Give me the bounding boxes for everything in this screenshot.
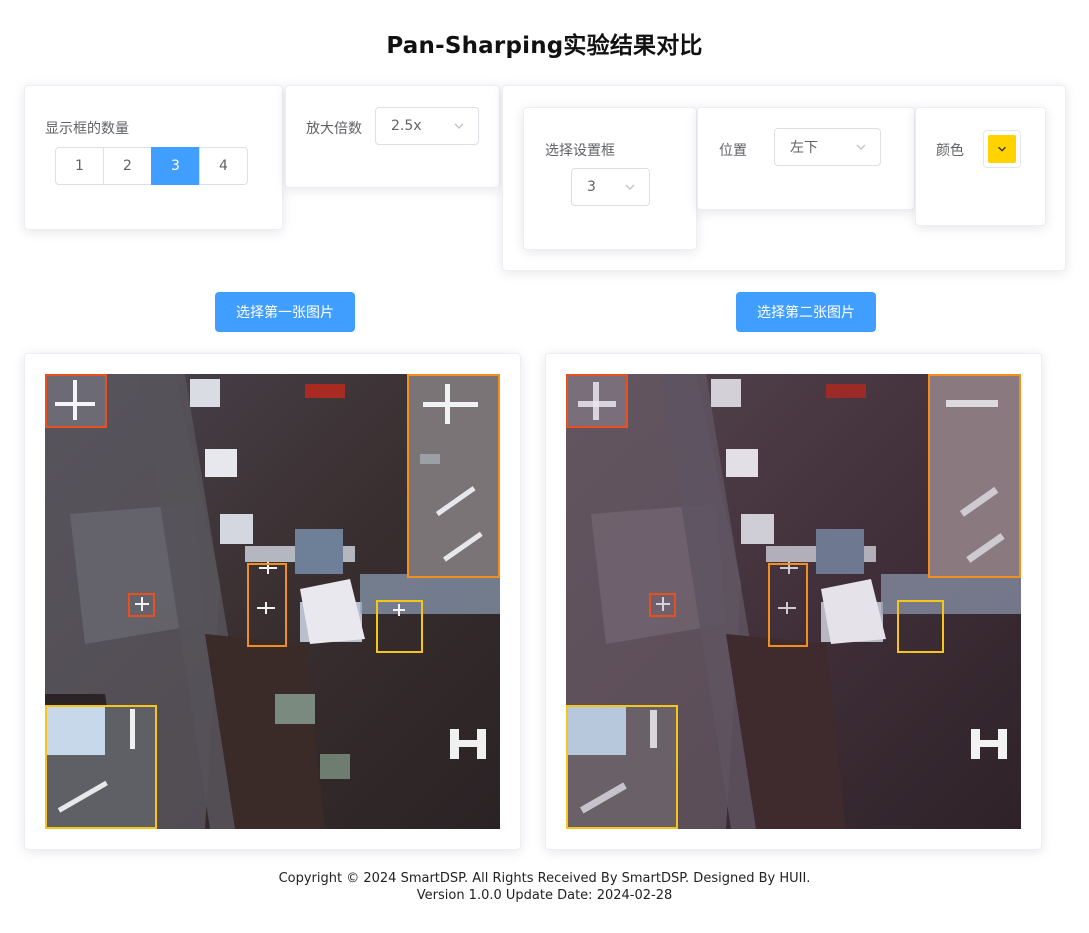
select-box-label: 选择设置框 [545,143,615,159]
source-box-2[interactable] [247,563,287,647]
source-box-1[interactable] [649,593,676,617]
page-title: Pan-Sharping实验结果对比 [386,33,703,59]
zoom-card: 放大倍数 2.5x [285,85,500,188]
box-count-group: 1 2 3 4 [55,147,248,185]
select-box-select[interactable]: 3 [571,168,650,206]
source-box-3[interactable] [376,600,423,653]
position-select-value: 左下 [790,140,818,156]
position-select[interactable]: 左下 [774,128,881,166]
chevron-down-icon [625,184,635,190]
footer-version: Version 1.0.0 Update Date: 2024-02-28 [416,888,673,903]
source-box-2[interactable] [768,563,808,647]
satellite-image-2 [566,374,1021,829]
zoom-box-1[interactable] [45,374,107,428]
zoom-select[interactable]: 2.5x [375,107,479,145]
box-count-card: 显示框的数量 1 2 3 4 [24,85,283,230]
count-option-2[interactable]: 2 [103,147,152,185]
chevron-down-icon [856,144,866,150]
zoom-box-3[interactable] [45,705,157,829]
color-picker[interactable] [983,130,1021,168]
satellite-image-1 [45,374,500,829]
zoom-box-3[interactable] [566,705,678,829]
choose-first-image-button[interactable]: 选择第一张图片 [215,292,355,332]
position-card: 位置 左下 [697,107,915,210]
color-label: 颜色 [936,143,964,159]
footer-copyright: Copyright © 2024 SmartDSP. All Rights Re… [278,871,811,886]
zoom-label: 放大倍数 [306,121,362,137]
count-option-1[interactable]: 1 [55,147,104,185]
image-panel-1 [24,353,521,850]
box-count-label: 显示框的数量 [45,121,129,137]
select-box-card: 选择设置框 3 [523,107,697,250]
image-panel-2 [545,353,1042,850]
color-card: 颜色 [915,107,1046,226]
zoom-box-2[interactable] [407,374,500,578]
zoom-box-2[interactable] [928,374,1021,578]
box-settings-card: 选择设置框 3 位置 左下 颜色 [502,85,1066,271]
chevron-down-icon [998,146,1006,152]
zoom-select-value: 2.5x [391,118,422,134]
chevron-down-icon [454,123,464,129]
color-swatch [988,135,1016,163]
position-label: 位置 [719,143,747,159]
source-box-1[interactable] [128,593,155,617]
zoom-box-1[interactable] [566,374,628,428]
choose-second-image-button[interactable]: 选择第二张图片 [736,292,876,332]
select-box-value: 3 [587,179,596,195]
count-option-3[interactable]: 3 [151,147,200,185]
source-box-3[interactable] [897,600,944,653]
count-option-4[interactable]: 4 [199,147,248,185]
